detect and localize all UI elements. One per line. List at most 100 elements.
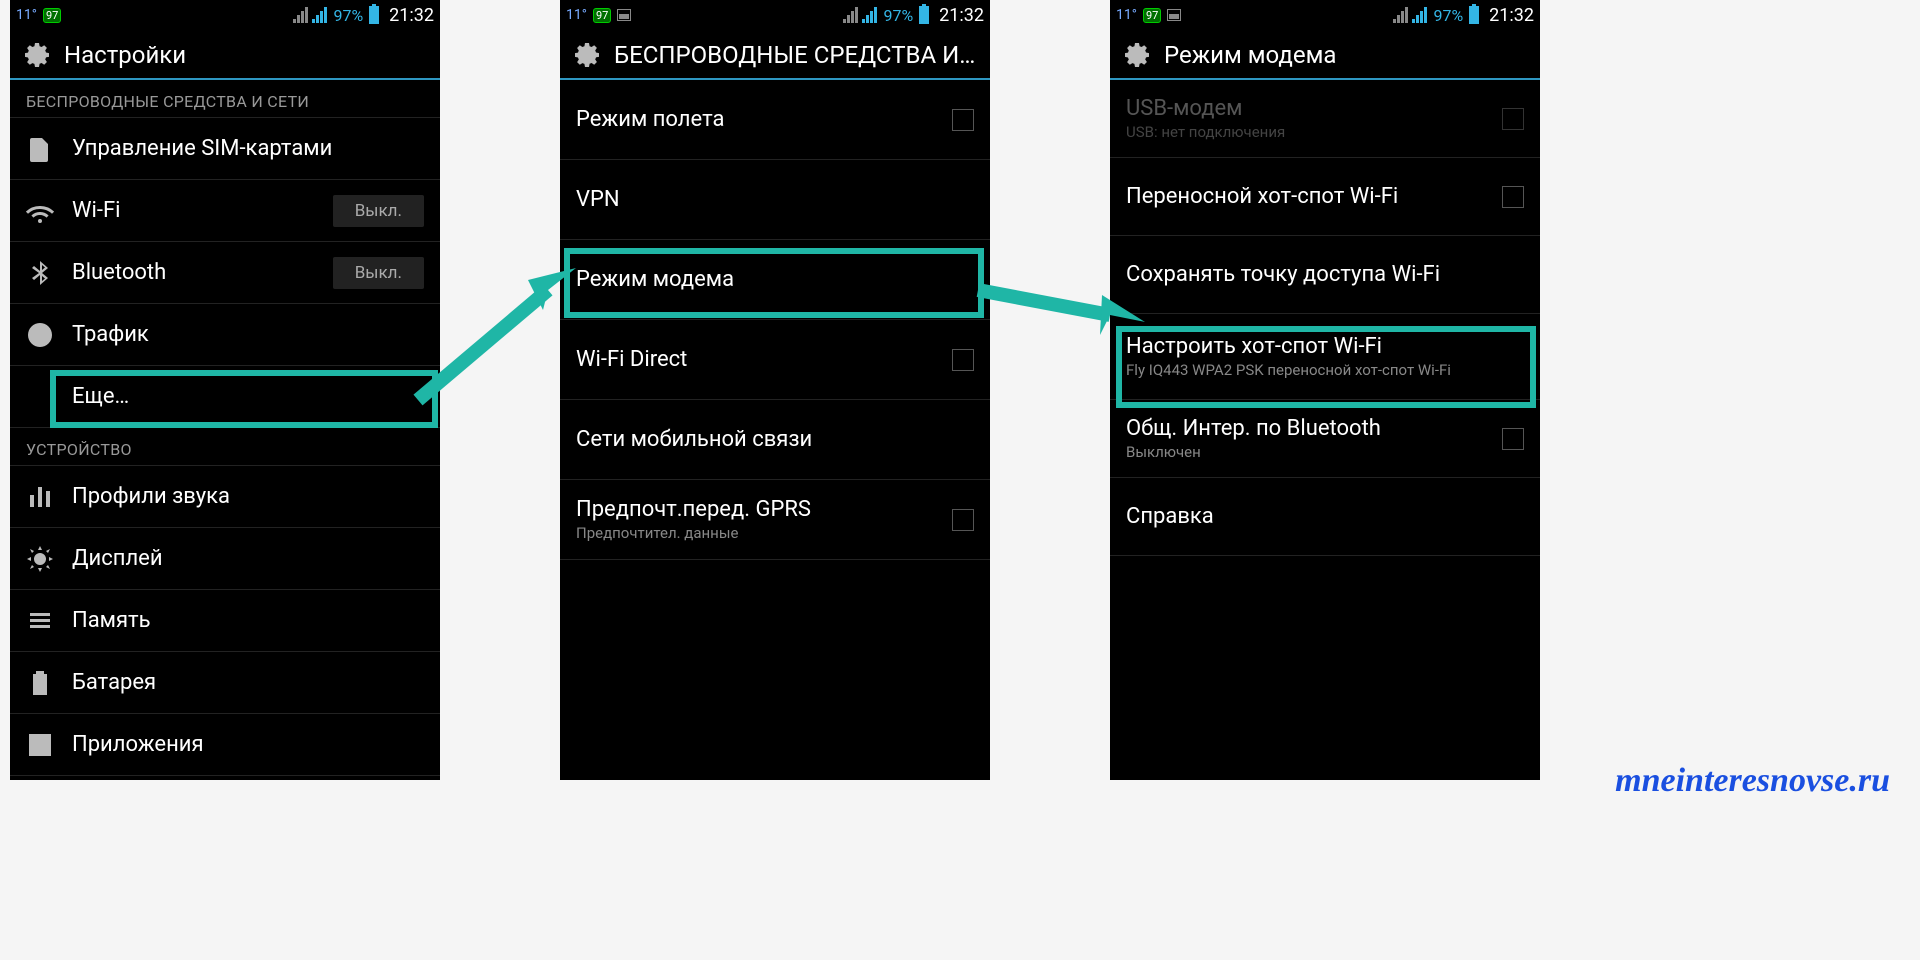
row-traffic[interactable]: Трафик (10, 304, 440, 366)
row-portable-hotspot[interactable]: Переносной хот-спот Wi-Fi (1110, 158, 1540, 236)
battery-percent: 97% (1433, 6, 1463, 25)
row-label: Еще… (72, 384, 424, 409)
settings-gear-icon (572, 40, 602, 70)
battery-row-icon (26, 669, 54, 697)
status-bar: 11° 97 97% 21:32 (1110, 0, 1540, 30)
sim-icon (26, 135, 54, 163)
section-wireless-header: БЕСПРОВОДНЫЕ СРЕДСТВА И СЕТИ (10, 80, 440, 118)
row-sound-profiles[interactable]: Профили звука (10, 466, 440, 528)
row-label: Настроить хот-спот Wi-Fi (1126, 334, 1524, 359)
battery-percent: 97% (333, 6, 363, 25)
airplane-checkbox[interactable] (952, 109, 974, 131)
title-bar: Настройки (10, 30, 440, 80)
row-more[interactable]: Еще… (10, 366, 440, 428)
title-bar: Режим модема (1110, 30, 1540, 80)
row-label: Сети мобильной связи (576, 427, 974, 452)
section-device-header: УСТРОЙСТВО (10, 428, 440, 466)
display-icon (26, 545, 54, 573)
row-label: Сохранять точку доступа Wi-Fi (1126, 262, 1524, 287)
row-apps[interactable]: Приложения (10, 714, 440, 776)
usb-tether-checkbox (1502, 108, 1524, 130)
row-usb-tether: USB-модем USB: нет подключения (1110, 80, 1540, 158)
row-label: Справка (1126, 504, 1524, 529)
gprs-checkbox[interactable] (952, 509, 974, 531)
data-usage-icon (26, 321, 54, 349)
battery-icon (1469, 6, 1479, 24)
signal-sim1-icon (843, 7, 858, 23)
row-label: Профили звука (72, 484, 424, 509)
row-label: USB-модем (1126, 96, 1484, 121)
wifi-icon (26, 197, 54, 225)
row-label: Bluetooth (72, 260, 315, 285)
row-mobile-networks[interactable]: Сети мобильной связи (560, 400, 990, 480)
row-label: VPN (576, 187, 974, 212)
row-label: Приложения (72, 732, 424, 757)
row-battery[interactable]: Батарея (10, 652, 440, 714)
row-sim-management[interactable]: Управление SIM-картами (10, 118, 440, 180)
row-tethering[interactable]: Режим модема (560, 240, 990, 320)
row-configure-hotspot[interactable]: Настроить хот-спот Wi-Fi Fly IQ443 WPA2 … (1110, 314, 1540, 400)
battery-icon (369, 6, 379, 24)
signal-sim1-icon (293, 7, 308, 23)
page-title: Режим модема (1164, 41, 1336, 69)
row-sublabel: USB: нет подключения (1126, 123, 1484, 141)
status-bar: 11° 97 97% 21:32 (560, 0, 990, 30)
bluetooth-icon (26, 259, 54, 287)
row-wifi[interactable]: Wi-Fi Выкл. (10, 180, 440, 242)
row-sublabel: Предпочтител. данные (576, 524, 934, 542)
title-bar: БЕСПРОВОДНЫЕ СРЕДСТВА И СЕ… (560, 30, 990, 80)
temperature-indicator: 11° (566, 7, 587, 23)
row-keep-ap[interactable]: Сохранять точку доступа Wi-Fi (1110, 236, 1540, 314)
temperature-indicator: 11° (16, 7, 37, 23)
row-storage[interactable]: Память (10, 590, 440, 652)
bluetooth-toggle[interactable]: Выкл. (333, 257, 424, 289)
page-title: БЕСПРОВОДНЫЕ СРЕДСТВА И СЕ… (614, 41, 978, 69)
screenshot-notif-icon (617, 9, 631, 21)
status-bar: 11° 97 97% 21:32 (10, 0, 440, 30)
screenshot-wireless-more: 11° 97 97% 21:32 БЕСПРОВОДНЫЕ СРЕДСТВА И… (560, 0, 990, 780)
page-title: Настройки (64, 41, 186, 69)
settings-gear-icon (22, 40, 52, 70)
bt-tether-checkbox[interactable] (1502, 428, 1524, 450)
signal-sim2-icon (862, 7, 877, 23)
row-label: Предпочт.перед. GPRS (576, 497, 934, 522)
row-airplane-mode[interactable]: Режим полета (560, 80, 990, 160)
row-label: Режим полета (576, 107, 934, 132)
row-wifi-direct[interactable]: Wi-Fi Direct (560, 320, 990, 400)
wifi-direct-checkbox[interactable] (952, 349, 974, 371)
hotspot-checkbox[interactable] (1502, 186, 1524, 208)
clock: 21:32 (1489, 5, 1534, 26)
blank-icon (26, 383, 54, 411)
clock: 21:32 (389, 5, 434, 26)
battery-badge-icon: 97 (593, 8, 611, 23)
row-label: Батарея (72, 670, 424, 695)
battery-badge-icon: 97 (1143, 8, 1161, 23)
screenshot-settings: 11° 97 97% 21:32 Настройки БЕСПРОВОДНЫЕ … (10, 0, 440, 780)
wifi-toggle[interactable]: Выкл. (333, 195, 424, 227)
storage-icon (26, 607, 54, 635)
row-gprs-pref[interactable]: Предпочт.перед. GPRS Предпочтител. данны… (560, 480, 990, 560)
row-bluetooth[interactable]: Bluetooth Выкл. (10, 242, 440, 304)
row-label: Управление SIM-картами (72, 136, 424, 161)
screenshot-notif-icon (1167, 9, 1181, 21)
row-vpn[interactable]: VPN (560, 160, 990, 240)
settings-gear-icon (1122, 40, 1152, 70)
row-label: Общ. Интер. по Bluetooth (1126, 416, 1484, 441)
row-label: Режим модема (576, 267, 974, 292)
row-label: Трафик (72, 322, 424, 347)
signal-sim2-icon (1412, 7, 1427, 23)
apps-icon (26, 731, 54, 759)
sound-icon (26, 483, 54, 511)
row-display[interactable]: Дисплей (10, 528, 440, 590)
row-sublabel: Fly IQ443 WPA2 PSK переносной хот-спот W… (1126, 361, 1524, 379)
row-help[interactable]: Справка (1110, 478, 1540, 556)
signal-sim2-icon (312, 7, 327, 23)
battery-badge-icon: 97 (43, 8, 61, 23)
row-sublabel: Выключен (1126, 443, 1484, 461)
screenshot-tethering: 11° 97 97% 21:32 Режим модема USB-модем … (1110, 0, 1540, 780)
watermark: mneinteresnovse.ru (1615, 762, 1890, 800)
row-label: Wi-Fi (72, 198, 315, 223)
battery-percent: 97% (883, 6, 913, 25)
row-label: Дисплей (72, 546, 424, 571)
row-bt-tether[interactable]: Общ. Интер. по Bluetooth Выключен (1110, 400, 1540, 478)
